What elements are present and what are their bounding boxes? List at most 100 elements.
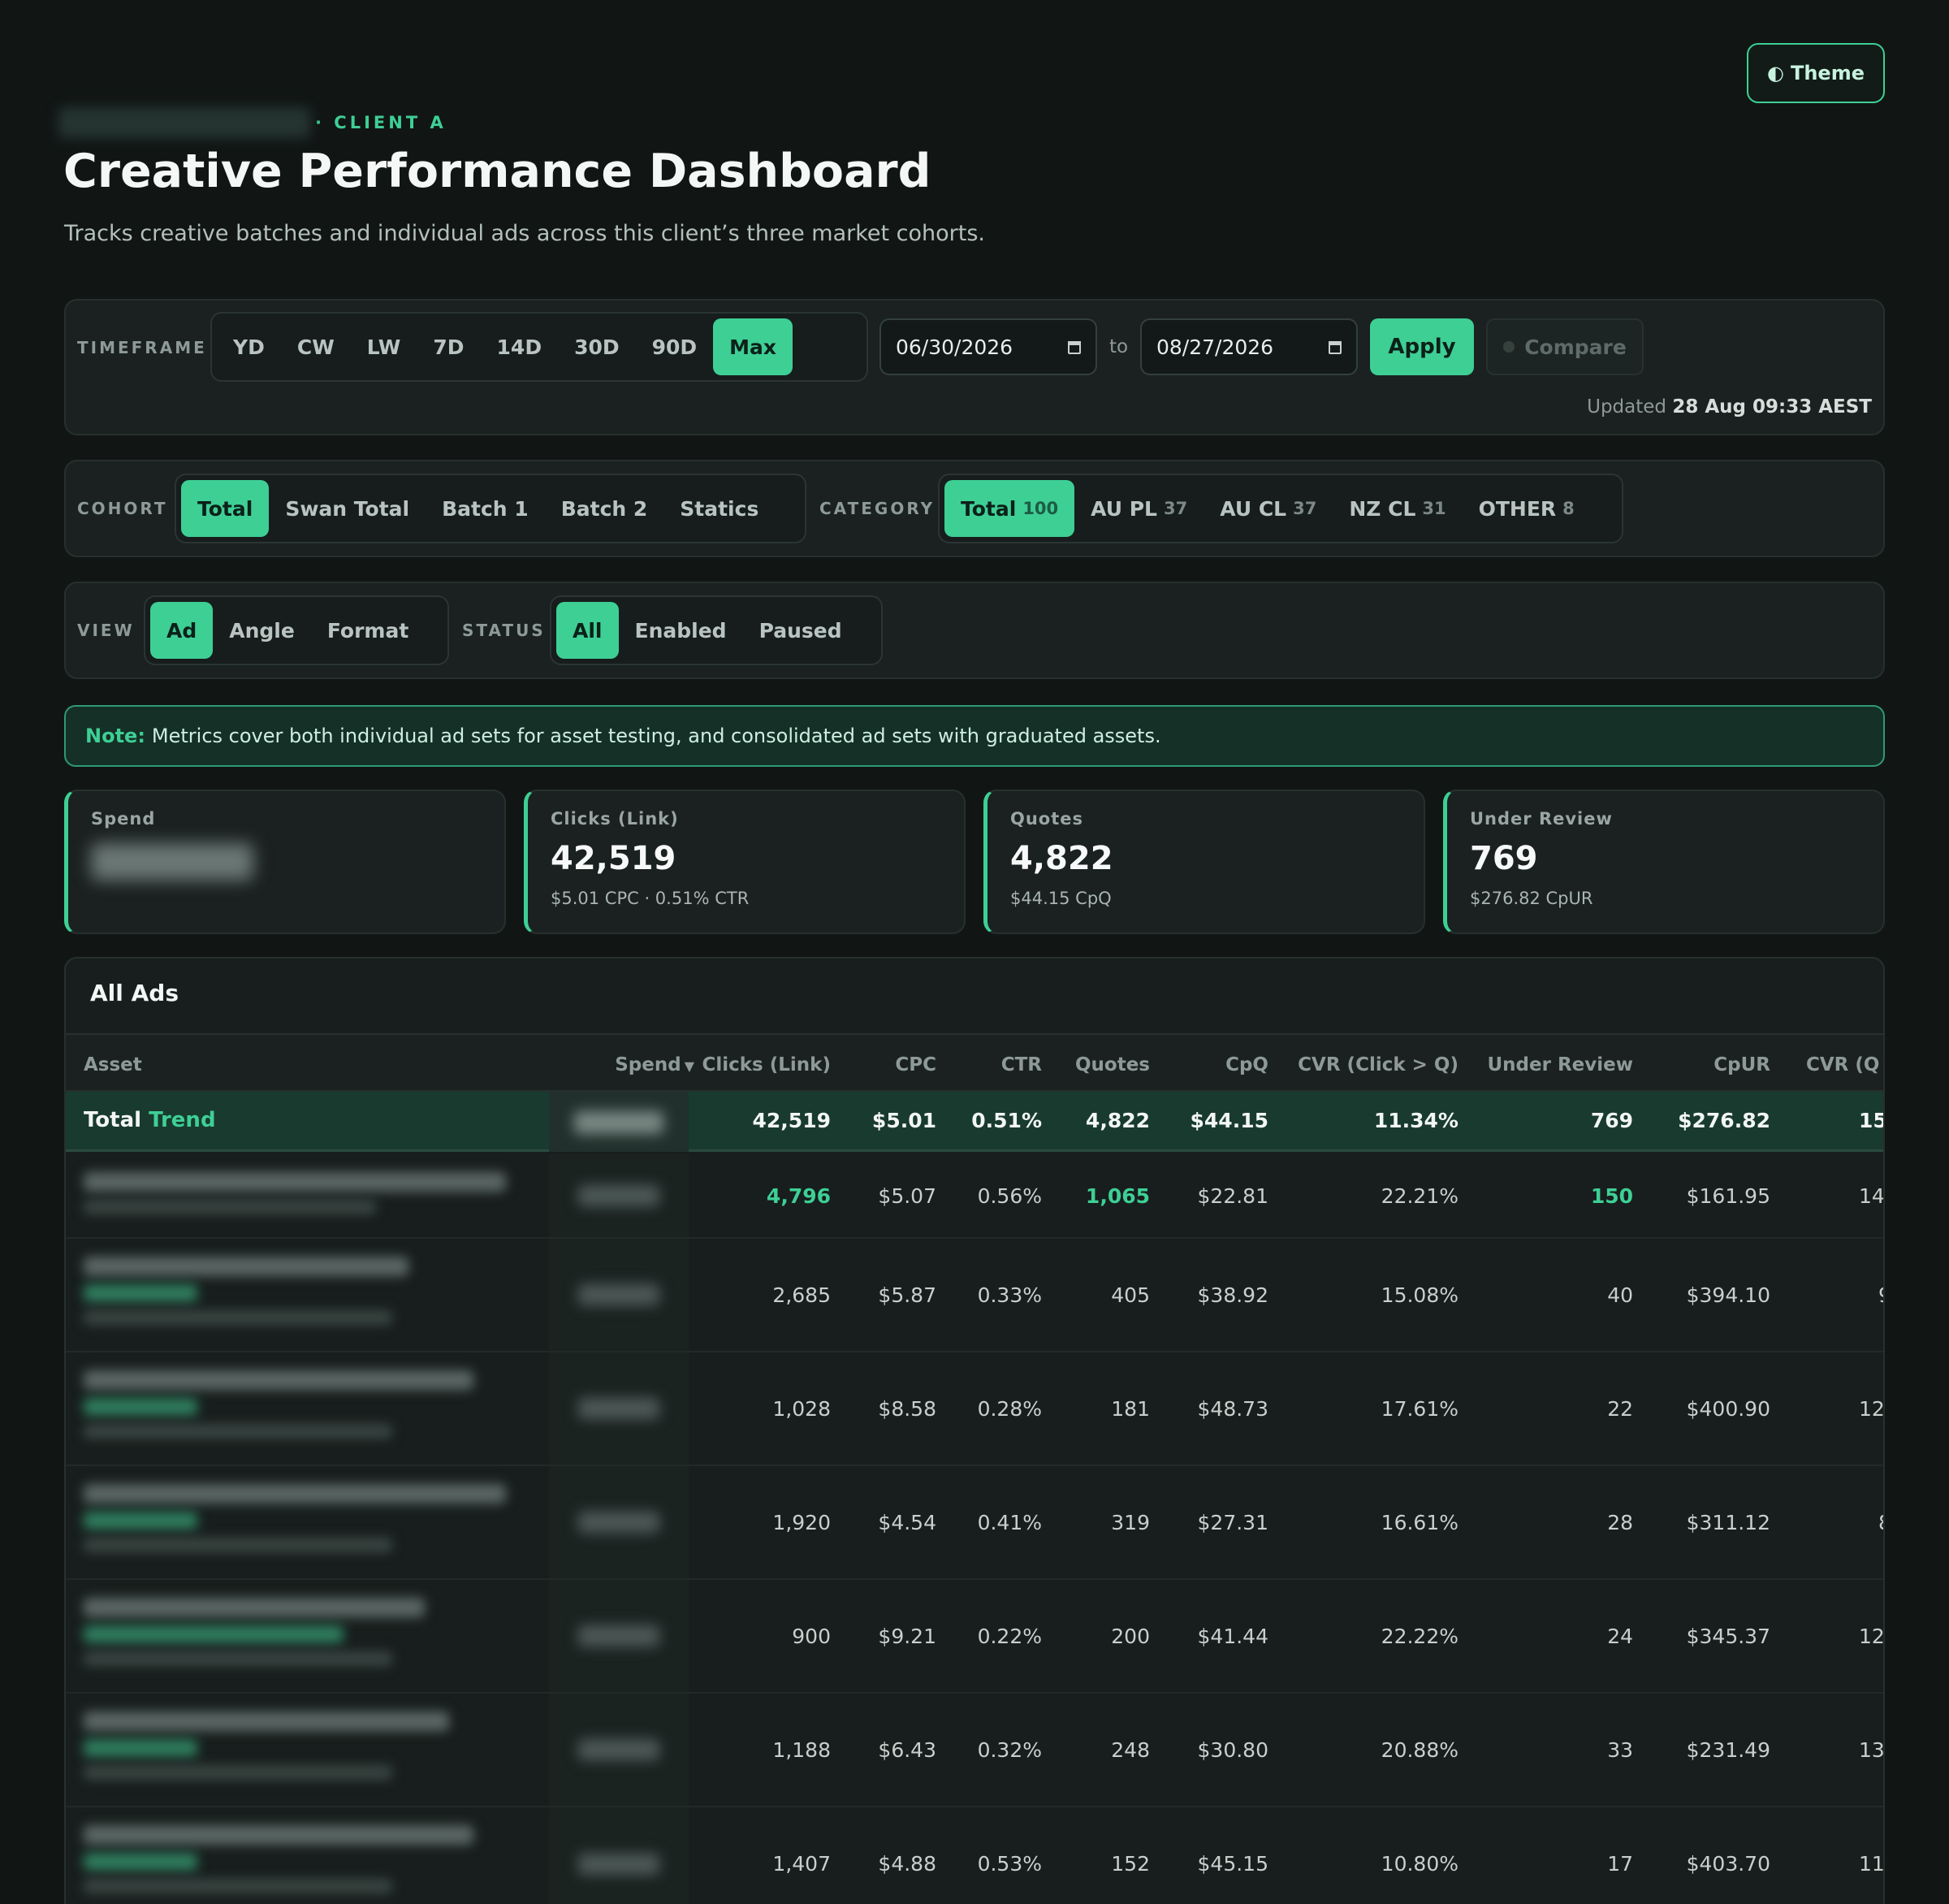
redacted-spend-cell xyxy=(549,1092,689,1152)
view-label: VIEW xyxy=(77,621,135,640)
col-cpc[interactable]: CPC xyxy=(895,1054,936,1075)
cohort-statics[interactable]: Statics xyxy=(663,480,775,537)
col-quotes[interactable]: Quotes xyxy=(1075,1054,1150,1075)
redacted-asset xyxy=(84,1257,408,1325)
col-asset[interactable]: Asset xyxy=(84,1054,142,1075)
col-cpq[interactable]: CpQ xyxy=(1225,1054,1268,1075)
date-from-input[interactable]: 06/30/2026 xyxy=(879,318,1097,375)
cohort-batch-2[interactable]: Batch 2 xyxy=(545,480,664,537)
eyebrow: · CLIENT A xyxy=(58,107,447,138)
status-enabled[interactable]: Enabled xyxy=(619,602,743,659)
kpi-value: 769 xyxy=(1470,840,1538,877)
compare-toggle[interactable]: Compare xyxy=(1486,318,1644,375)
timeframe-yd[interactable]: YD xyxy=(217,318,281,375)
timeframe-90d[interactable]: 90D xyxy=(636,318,714,375)
cell-ctr: 0.32% xyxy=(977,1738,1042,1762)
date-to-input[interactable]: 08/27/2026 xyxy=(1140,318,1358,375)
cell-ctr: 0.56% xyxy=(977,1184,1042,1208)
cohort-category-panel: COHORT Total Swan Total Batch 1 Batch 2 … xyxy=(64,460,1885,557)
calendar-icon[interactable] xyxy=(1329,341,1342,354)
category-total-name: Total xyxy=(961,496,1017,521)
redacted-org-name xyxy=(58,107,310,138)
kpi-label: Spend xyxy=(91,809,156,829)
status-all[interactable]: All xyxy=(556,602,619,659)
category-au-cl[interactable]: AU CL 37 xyxy=(1204,480,1333,537)
cell-cvr-q: 8 xyxy=(1878,1511,1883,1534)
view-status-panel: VIEW Ad Angle Format STATUS All Enabled … xyxy=(64,582,1885,679)
cell-under-review: 33 xyxy=(1607,1738,1633,1762)
cell-under-review: 24 xyxy=(1607,1625,1633,1648)
cell-cvr: 22.21% xyxy=(1381,1184,1459,1208)
col-spend[interactable]: Spend ▼ xyxy=(615,1054,694,1075)
view-ad[interactable]: Ad xyxy=(150,602,214,659)
total-cvr-q: 15 xyxy=(1859,1109,1885,1132)
note-text: Metrics cover both individual ad sets fo… xyxy=(151,725,1161,747)
status-paused[interactable]: Paused xyxy=(743,602,858,659)
category-other[interactable]: OTHER 8 xyxy=(1463,480,1591,537)
category-nz-cl[interactable]: NZ CL 31 xyxy=(1333,480,1462,537)
cohort-total[interactable]: Total xyxy=(181,480,270,537)
category-nz-cl-count: 31 xyxy=(1422,499,1446,518)
col-cpur[interactable]: CpUR xyxy=(1713,1054,1770,1075)
status-segmented: All Enabled Paused xyxy=(550,595,883,665)
timeframe-14d[interactable]: 14D xyxy=(481,318,559,375)
col-clicks[interactable]: Clicks (Link) xyxy=(702,1054,831,1075)
col-cvr-q[interactable]: CVR (Q xyxy=(1806,1054,1879,1075)
redacted-asset xyxy=(84,1370,473,1439)
cell-cpc: $9.21 xyxy=(878,1625,936,1648)
timeframe-lw[interactable]: LW xyxy=(351,318,417,375)
table-row[interactable]: 2,685 $5.87 0.33% 405 $38.92 15.08% 40 $… xyxy=(66,1239,1883,1352)
category-label: CATEGORY xyxy=(819,499,936,518)
total-cpc: $5.01 xyxy=(871,1109,936,1132)
page-subtitle: Tracks creative batches and individual a… xyxy=(64,221,985,246)
col-under-review[interactable]: Under Review xyxy=(1488,1054,1634,1075)
view-format[interactable]: Format xyxy=(311,602,425,659)
calendar-icon[interactable] xyxy=(1068,341,1081,354)
timeframe-30d[interactable]: 30D xyxy=(558,318,636,375)
table-row[interactable]: 4,796 $5.07 0.56% 1,065 $22.81 22.21% 15… xyxy=(66,1154,1883,1239)
cell-ctr: 0.22% xyxy=(977,1625,1042,1648)
redacted-spend-value xyxy=(91,843,253,881)
category-total[interactable]: Total 100 xyxy=(944,480,1075,537)
updated-value: 28 Aug 09:33 AEST xyxy=(1672,396,1872,418)
table-row[interactable]: 1,188 $6.43 0.32% 248 $30.80 20.88% 33 $… xyxy=(66,1694,1883,1807)
table-row[interactable]: 1,920 $4.54 0.41% 319 $27.31 16.61% 28 $… xyxy=(66,1466,1883,1580)
view-segmented: Ad Angle Format xyxy=(144,595,449,665)
category-au-cl-name: AU CL xyxy=(1220,496,1287,521)
kpi-sub: $276.82 CpUR xyxy=(1470,889,1593,908)
view-angle[interactable]: Angle xyxy=(213,602,311,659)
total-label-a: Total xyxy=(84,1108,142,1132)
timeframe-cw[interactable]: CW xyxy=(281,318,351,375)
cell-cvr-q: 12 xyxy=(1859,1625,1885,1648)
trend-link[interactable]: Trend xyxy=(149,1108,215,1132)
theme-toggle-button[interactable]: ◐ Theme xyxy=(1747,43,1885,103)
kpi-under-review: Under Review 769 $276.82 CpUR xyxy=(1443,790,1885,934)
cell-cpc: $4.54 xyxy=(878,1511,936,1534)
kpi-sub: $44.15 CpQ xyxy=(1010,889,1112,908)
col-ctr[interactable]: CTR xyxy=(1001,1054,1042,1075)
cell-quotes: 248 xyxy=(1111,1738,1150,1762)
cell-ctr: 0.53% xyxy=(977,1852,1042,1876)
toggle-dot-icon xyxy=(1503,341,1515,353)
timeframe-max[interactable]: Max xyxy=(713,318,793,375)
apply-button[interactable]: Apply xyxy=(1370,318,1474,375)
timeframe-7d[interactable]: 7D xyxy=(417,318,480,375)
table-row[interactable]: 1,028 $8.58 0.28% 181 $48.73 17.61% 22 $… xyxy=(66,1352,1883,1466)
table-row[interactable]: 1,407 $4.88 0.53% 152 $45.15 10.80% 17 $… xyxy=(66,1807,1883,1904)
cell-clicks: 2,685 xyxy=(772,1283,831,1307)
cohort-swan-total[interactable]: Swan Total xyxy=(269,480,426,537)
redacted-spend-cell xyxy=(549,1352,689,1465)
cell-under-review: 40 xyxy=(1607,1283,1633,1307)
col-cvr-click-q[interactable]: CVR (Click > Q) xyxy=(1298,1054,1459,1075)
kpi-value: 4,822 xyxy=(1010,840,1113,877)
cell-cpc: $6.43 xyxy=(878,1738,936,1762)
theme-label: Theme xyxy=(1790,62,1865,84)
redacted-spend-cell xyxy=(549,1694,689,1806)
cell-ctr: 0.28% xyxy=(977,1397,1042,1421)
cohort-batch-1[interactable]: Batch 1 xyxy=(426,480,545,537)
table-row[interactable]: 900 $9.21 0.22% 200 $41.44 22.22% 24 $34… xyxy=(66,1580,1885,1694)
date-to-value: 08/27/2026 xyxy=(1156,335,1274,359)
total-row[interactable]: Total Trend 42,519 $5.01 0.51% 4,822 $44… xyxy=(66,1092,1885,1152)
kpi-clicks: Clicks (Link) 42,519 $5.01 CPC · 0.51% C… xyxy=(524,790,966,934)
category-au-pl[interactable]: AU PL 37 xyxy=(1074,480,1204,537)
